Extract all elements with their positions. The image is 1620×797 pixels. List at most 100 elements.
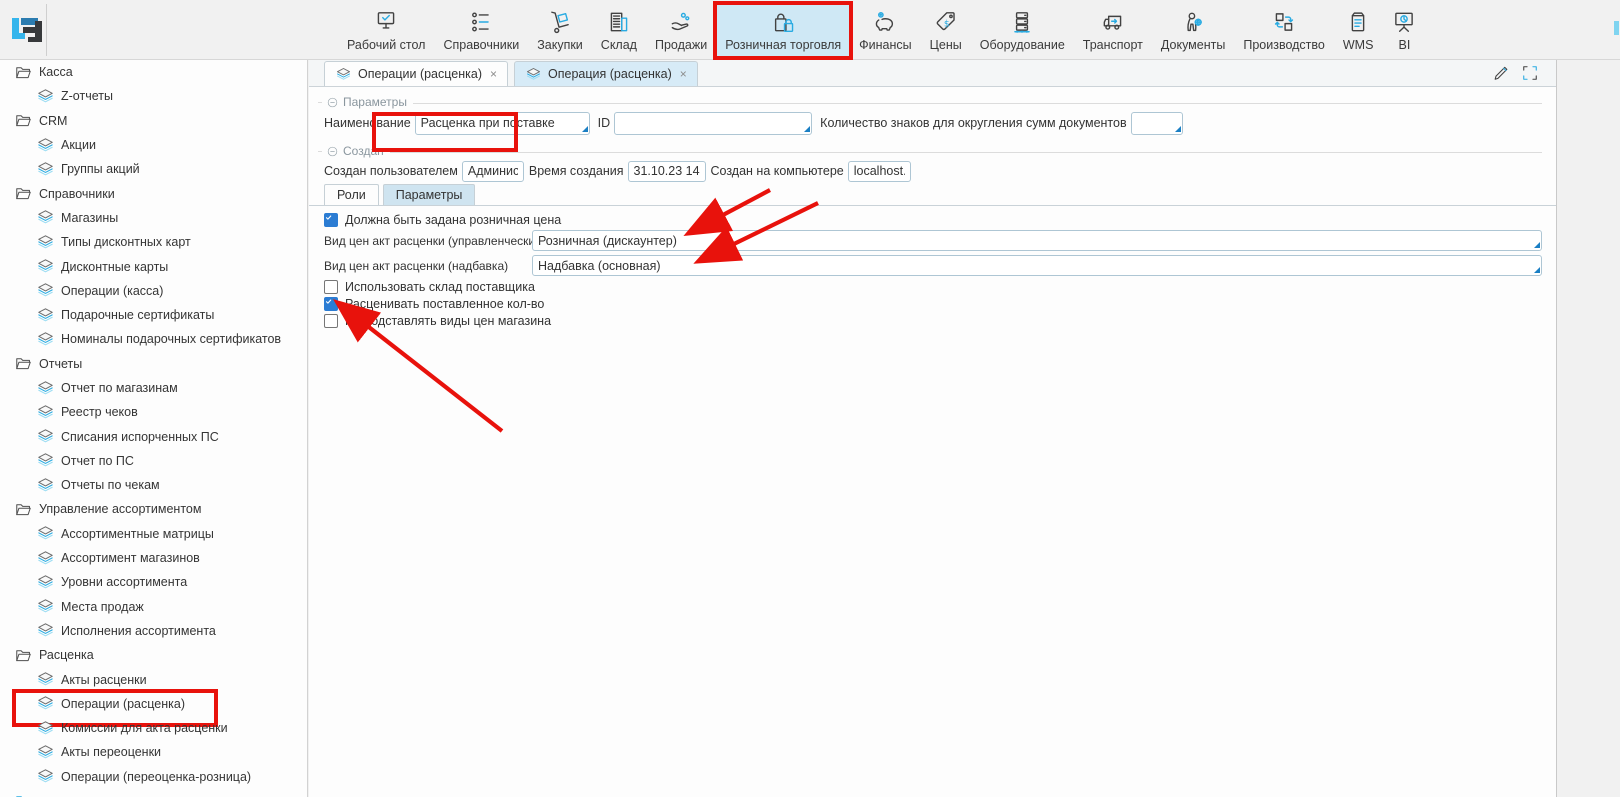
expand-icon — [1520, 63, 1540, 83]
toolbar-item-1[interactable]: Рабочий стол — [338, 2, 434, 58]
option-checkbox-row[interactable]: Должна быть задана розничная цена — [324, 211, 1542, 228]
sidebar-item[interactable]: Магазины — [0, 206, 307, 230]
toolbar-item-10[interactable]: Транспорт — [1074, 2, 1152, 58]
sidebar-item[interactable]: Ассортиментные матрицы — [0, 522, 307, 546]
document-tab[interactable]: Операции (расценка)× — [324, 61, 508, 86]
field-input[interactable] — [415, 112, 590, 135]
pencil-button[interactable] — [1491, 63, 1511, 83]
layers-icon — [36, 670, 55, 689]
toolbar-item-11[interactable]: Документы — [1152, 2, 1234, 58]
sidebar-folder[interactable]: Отчеты — [0, 352, 307, 376]
operation-editor: Параметры НаименованиеIDКоличество знако… — [309, 95, 1556, 797]
sidebar-item[interactable]: Уровни ассортимента — [0, 570, 307, 594]
sidebar-folder[interactable]: Справочники — [0, 181, 307, 205]
tab-close-icon[interactable]: × — [680, 67, 687, 81]
collapse-icon[interactable] — [326, 145, 339, 158]
checkbox[interactable] — [324, 213, 338, 227]
collapse-icon[interactable] — [326, 96, 339, 109]
sidebar-item[interactable]: Комиссии для акта расценки — [0, 716, 307, 740]
subtab-params[interactable]: Параметры — [383, 184, 476, 205]
sidebar-item[interactable]: Операции (расценка) — [0, 692, 307, 716]
sidebar-item[interactable]: Реестр чеков — [0, 400, 307, 424]
layers-icon — [36, 694, 55, 713]
toolbar-item-12[interactable]: Производство — [1234, 2, 1334, 58]
sidebar-folder[interactable] — [0, 789, 307, 797]
option-checkbox-row[interactable]: Использовать склад поставщика — [324, 278, 1542, 295]
subtab-roles[interactable]: Роли — [324, 184, 379, 205]
toolbar-item-label: Справочники — [443, 38, 519, 52]
sidebar-item[interactable]: Акты переоценки — [0, 740, 307, 764]
server-icon — [1009, 9, 1035, 35]
option-checkbox-row[interactable]: Расценивать поставленное кол-во — [324, 295, 1542, 312]
piggy-bank-icon — [872, 9, 898, 35]
layers-icon — [525, 66, 542, 83]
expand-button[interactable] — [1520, 63, 1540, 83]
sidebar-item[interactable]: Исполнения ассортимента — [0, 619, 307, 643]
sidebar-item[interactable]: Акты расценки — [0, 667, 307, 691]
field-input[interactable] — [462, 161, 524, 182]
toolbar-item-label: Документы — [1161, 38, 1225, 52]
toolbar-item-4[interactable]: Склад — [592, 2, 646, 58]
sidebar-item[interactable]: Подарочные сертификаты — [0, 303, 307, 327]
select-input[interactable] — [532, 230, 1542, 251]
desktop-icon — [373, 9, 399, 35]
toolbar-item-3[interactable]: Закупки — [528, 2, 592, 58]
toolbar-item-8[interactable]: $Цены — [921, 2, 971, 58]
toolbar-item-label: Финансы — [859, 38, 911, 52]
toolbar-item-14[interactable]: BI — [1382, 2, 1426, 58]
sidebar-item[interactable]: Списания испорченных ПС — [0, 424, 307, 448]
select-input[interactable] — [532, 255, 1542, 276]
sidebar-item[interactable]: Отчет по магазинам — [0, 376, 307, 400]
folder-icon — [14, 354, 33, 373]
sidebar-item[interactable]: Места продаж — [0, 595, 307, 619]
sidebar-item[interactable]: Дисконтные карты — [0, 254, 307, 278]
sidebar-folder[interactable]: Управление ассортиментом — [0, 497, 307, 521]
option-checkbox-row[interactable]: Не подставлять виды цен магазина — [324, 312, 1542, 329]
field-input[interactable] — [614, 112, 812, 135]
sidebar-item-label: Операции (расценка) — [61, 697, 185, 711]
sidebar-folder[interactable]: Расценка — [0, 643, 307, 667]
folder-icon — [14, 646, 33, 665]
checkbox[interactable] — [324, 314, 338, 328]
toolbar-item-label: Розничная торговля — [725, 38, 841, 52]
sidebar-folder[interactable]: Касса — [0, 60, 307, 84]
checkbox-label: Должна быть задана розничная цена — [345, 213, 561, 227]
checkbox[interactable] — [324, 297, 338, 311]
sidebar-item[interactable]: Ассортимент магазинов — [0, 546, 307, 570]
layers-icon — [36, 281, 55, 300]
sidebar-item[interactable]: Номиналы подарочных сертификатов — [0, 327, 307, 351]
toolbar-item-13[interactable]: WMS — [1334, 2, 1383, 58]
field-label: Создан на компьютере — [711, 164, 844, 178]
field-input[interactable] — [1131, 112, 1183, 135]
toolbar-item-9[interactable]: Оборудование — [971, 2, 1074, 58]
sidebar-item-label: Ассортимент магазинов — [61, 551, 200, 565]
field-label: Создан пользователем — [324, 164, 458, 178]
app-logo[interactable] — [8, 11, 46, 49]
layers-icon — [36, 524, 55, 543]
toolbar-item-2[interactable]: Справочники — [434, 2, 528, 58]
sidebar-item[interactable]: Отчеты по чекам — [0, 473, 307, 497]
sidebar-item[interactable]: Отчет по ПС — [0, 449, 307, 473]
toolbar-item-label: BI — [1399, 38, 1411, 52]
checkbox[interactable] — [324, 280, 338, 294]
toolbar-item-7[interactable]: Финансы — [850, 2, 920, 58]
toolbar-item-5[interactable]: Продажи — [646, 2, 716, 58]
sidebar-item[interactable]: Группы акций — [0, 157, 307, 181]
layers-icon — [36, 743, 55, 762]
sidebar-folder[interactable]: CRM — [0, 109, 307, 133]
price-tag-icon: $ — [933, 9, 959, 35]
sidebar-item[interactable]: Типы дисконтных карт — [0, 230, 307, 254]
sidebar-item[interactable]: Операции (переоценка-розница) — [0, 765, 307, 789]
layers-icon — [335, 66, 352, 83]
sidebar-item-label: Уровни ассортимента — [61, 575, 187, 589]
field-input[interactable] — [848, 161, 911, 182]
sidebar-item[interactable]: Операции (касса) — [0, 279, 307, 303]
sidebar-item[interactable]: Акции — [0, 133, 307, 157]
tab-close-icon[interactable]: × — [490, 67, 497, 81]
sidebar-item[interactable]: Z-отчеты — [0, 84, 307, 108]
content-area: Операции (расценка)×Операция (расценка)×… — [309, 60, 1557, 797]
toolbar-item-6[interactable]: Розничная торговля — [716, 2, 850, 58]
layers-icon — [36, 306, 55, 325]
field-input[interactable] — [628, 161, 706, 182]
document-tab[interactable]: Операция (расценка)× — [514, 61, 698, 86]
